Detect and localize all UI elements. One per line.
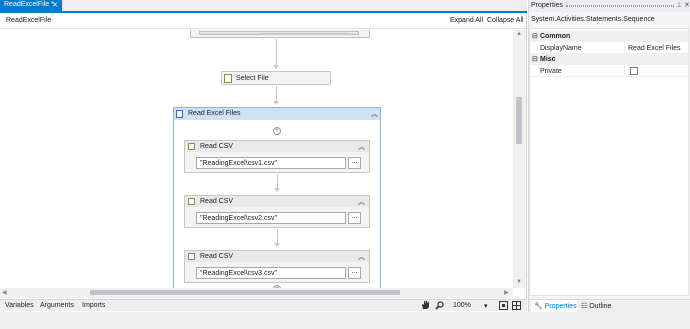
column-separator	[624, 42, 625, 54]
tab-outline[interactable]: ☷ Outline	[581, 302, 611, 310]
sequence-icon	[176, 110, 183, 118]
document-tab-label: ReadExcelFile *	[4, 1, 54, 8]
selected-object-type: System.Activities.Statements.Sequence	[531, 16, 655, 23]
outline-icon: ☷	[581, 303, 588, 310]
properties-title: Properties	[531, 2, 563, 9]
file-path-input[interactable]: "ReadingExcel\csv3.csv"	[196, 267, 346, 279]
scroll-down-icon[interactable]: ▼	[516, 279, 522, 285]
tab-properties-label: Properties	[544, 303, 577, 310]
window-footer	[0, 312, 690, 329]
scroll-right-icon[interactable]: ▶	[504, 289, 509, 296]
previous-activity-field-fill	[260, 33, 350, 35]
connector-arrow	[273, 101, 279, 105]
connector-line	[277, 229, 278, 243]
sequence-header: Read Excel Files ︽	[174, 108, 380, 120]
designer-bottom-bar: Variables Arguments Imports 100% ▾	[0, 299, 527, 311]
read-csv-activity-2[interactable]: Read CSV ︽ "ReadingExcel\csv2.csv" ...	[184, 195, 370, 228]
category-misc[interactable]: ⊟ Misc	[530, 54, 688, 65]
read-csv-icon	[188, 253, 195, 260]
double-chevron-up-icon[interactable]: ︽	[358, 197, 365, 207]
select-file-label: Select File	[236, 75, 269, 82]
connector-line	[277, 174, 278, 188]
browse-button[interactable]: ...	[348, 267, 361, 279]
collapse-all-link[interactable]: Collapse All	[487, 17, 524, 24]
property-row-private[interactable]: Private	[530, 65, 688, 77]
properties-panel: Properties ⊥ ✕ System.Activities.Stateme…	[528, 0, 690, 312]
connector-line	[276, 39, 277, 65]
column-separator	[624, 65, 625, 77]
read-csv-activity-1[interactable]: Read CSV ︽ "ReadingExcel\csv1.csv" ...	[184, 140, 370, 173]
vertical-scrollbar[interactable]: ▲ ▼	[513, 30, 526, 288]
sequence-title: Read Excel Files	[188, 110, 241, 117]
pin-icon[interactable]: ⊥	[676, 1, 682, 9]
select-file-activity[interactable]: Select File	[221, 71, 331, 85]
read-csv-title: Read CSV	[200, 253, 234, 260]
double-chevron-up-icon[interactable]: ︽	[358, 142, 365, 152]
properties-title-bar: Properties ⊥ ✕	[529, 0, 690, 12]
category-label: Misc	[540, 56, 556, 63]
displayname-value[interactable]: Read Excel Files	[628, 45, 681, 52]
property-key: DisplayName	[540, 45, 582, 52]
property-row-displayname[interactable]: DisplayName Read Excel Files	[530, 42, 688, 54]
zoom-level[interactable]: 100%	[453, 302, 471, 309]
connector-line	[276, 86, 277, 101]
read-csv-header: Read CSV ︽	[185, 196, 369, 207]
tab-properties[interactable]: 🔧 Properties	[531, 300, 577, 312]
close-icon[interactable]: ✕	[684, 1, 690, 9]
vertical-scroll-thumb[interactable]	[516, 97, 522, 144]
browse-button[interactable]: ...	[348, 157, 361, 169]
properties-tab-strip: 🔧 Properties ☷ Outline	[529, 299, 690, 312]
tab-outline-label: Outline	[589, 303, 612, 310]
read-csv-header: Read CSV ︽	[185, 251, 369, 262]
scroll-left-icon[interactable]: ◀	[2, 289, 7, 296]
plus-icon[interactable]: +	[273, 127, 281, 135]
designer-canvas[interactable]: Select File Read Excel Files ︽ + Read CS…	[0, 30, 513, 288]
category-common[interactable]: ⊟ Common	[530, 31, 688, 42]
read-csv-activity-3[interactable]: Read CSV ︽ "ReadingExcel\csv3.csv" ...	[184, 250, 370, 283]
search-icon[interactable]	[435, 301, 444, 312]
category-label: Common	[540, 33, 571, 40]
file-path-input[interactable]: "ReadingExcel\csv2.csv"	[196, 212, 346, 224]
arguments-tab[interactable]: Arguments	[40, 302, 74, 309]
connector-arrow	[274, 243, 280, 247]
file-path-input[interactable]: "ReadingExcel\csv1.csv"	[196, 157, 346, 169]
variables-tab[interactable]: Variables	[5, 302, 34, 309]
read-csv-header: Read CSV ︽	[185, 141, 369, 152]
previous-activity[interactable]	[190, 30, 370, 38]
property-grid: ⊟ Common DisplayName Read Excel Files ⊟ …	[529, 28, 689, 296]
collapse-category-icon[interactable]: ⊟	[532, 55, 538, 63]
close-icon[interactable]: ✕	[52, 1, 58, 9]
double-chevron-up-icon[interactable]: ︽	[358, 252, 365, 262]
scroll-up-icon[interactable]: ▲	[516, 31, 522, 37]
read-csv-title: Read CSV	[200, 198, 234, 205]
read-csv-icon	[188, 143, 195, 150]
collapse-category-icon[interactable]: ⊟	[532, 32, 538, 40]
select-file-icon	[224, 74, 232, 83]
breadcrumb[interactable]: ReadExcelFile	[6, 17, 51, 24]
connector-arrow	[274, 188, 280, 192]
wrench-icon: 🔧	[534, 303, 543, 310]
private-checkbox[interactable]	[630, 67, 638, 75]
designer-header: ReadExcelFile Expand All Collapse All	[0, 13, 526, 29]
imports-tab[interactable]: Imports	[82, 302, 105, 309]
previous-activity-field	[199, 31, 359, 35]
zoom-dropdown-icon[interactable]: ▾	[484, 302, 488, 310]
hand-icon[interactable]	[421, 300, 430, 312]
sequence-read-excel-files[interactable]: Read Excel Files ︽ + Read CSV ︽ "Reading…	[173, 107, 381, 288]
read-csv-icon	[188, 198, 195, 205]
workflow-designer: ReadExcelFile Expand All Collapse All Se…	[0, 13, 527, 299]
connector-arrow	[273, 65, 279, 69]
double-chevron-up-icon[interactable]: ︽	[371, 109, 378, 119]
expand-all-link[interactable]: Expand All	[450, 17, 483, 24]
read-csv-title: Read CSV	[200, 143, 234, 150]
overview-icon[interactable]	[512, 301, 521, 312]
property-key: Private	[540, 68, 562, 75]
horizontal-scroll-thumb[interactable]	[90, 290, 400, 295]
browse-button[interactable]: ...	[348, 212, 361, 224]
fit-to-screen-icon[interactable]	[499, 301, 508, 312]
horizontal-scrollbar[interactable]: ◀ ▶	[0, 288, 513, 298]
drag-grip[interactable]	[566, 5, 674, 7]
